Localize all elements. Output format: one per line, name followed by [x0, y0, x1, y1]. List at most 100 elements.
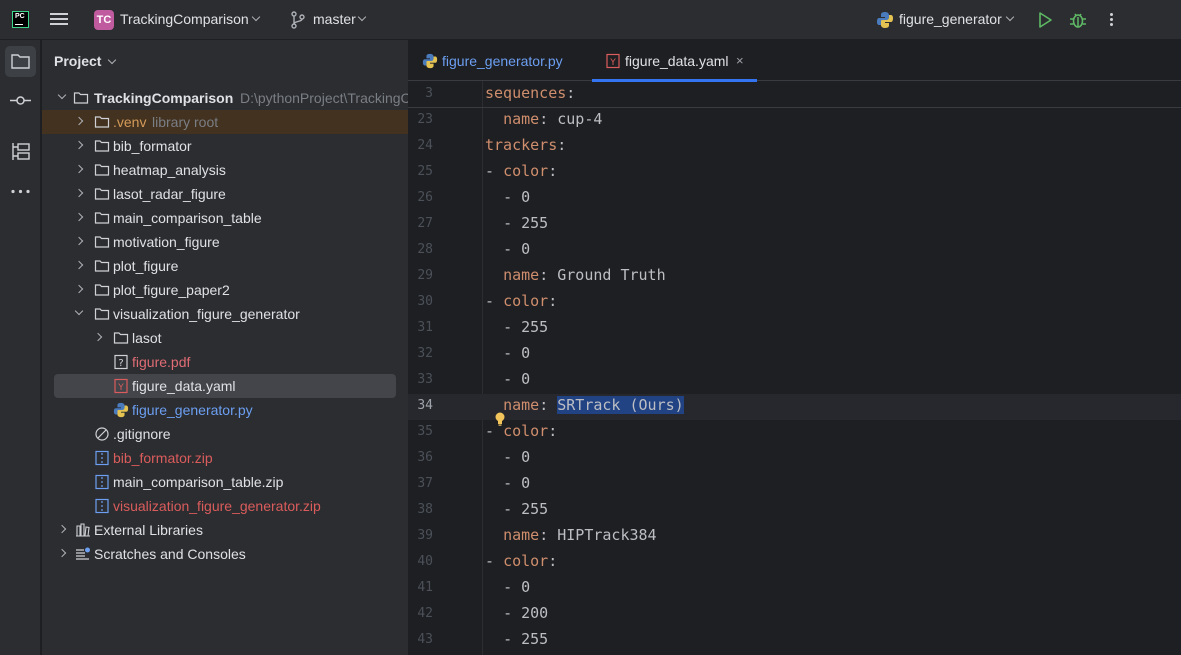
code-line[interactable]: 25 - color:: [408, 160, 1181, 186]
line-number: 3: [425, 86, 433, 101]
code-line[interactable]: 27 - 255: [408, 212, 1181, 238]
code-line[interactable]: 35- color:: [408, 420, 1181, 446]
tree-label: visualization_figure_generator.zip: [113, 498, 321, 514]
tree-item[interactable]: heatmap_analysis: [42, 158, 408, 182]
chevron-right-icon[interactable]: [74, 188, 84, 198]
lightbulb-icon[interactable]: [494, 412, 506, 426]
code-text: - 0: [503, 344, 531, 362]
tree-item[interactable]: plot_figure: [42, 254, 408, 278]
line-number: 27: [417, 216, 433, 231]
tree-item[interactable]: motivation_figure: [42, 230, 408, 254]
tree-root[interactable]: TrackingComparison D:\pythonProject\Trac…: [42, 86, 408, 110]
tree-item[interactable]: .venv library root: [42, 110, 408, 134]
code-text: - 200: [503, 604, 549, 622]
chevron-down-icon[interactable]: [1005, 12, 1015, 22]
chevron-right-icon[interactable]: [57, 548, 67, 558]
code-line[interactable]: 29 name: Ground Truth: [408, 264, 1181, 290]
tab-figure-data-yaml[interactable]: Y figure_data.yaml ×: [592, 40, 757, 82]
tree-item[interactable]: main_comparison_table: [42, 206, 408, 230]
line-number: 40: [417, 554, 433, 569]
tree-item[interactable]: visualization_figure_generator.zip: [42, 494, 408, 518]
chevron-right-icon[interactable]: [74, 212, 84, 222]
branch-selector[interactable]: master: [313, 11, 356, 27]
panel-title[interactable]: Project: [54, 53, 101, 69]
project-tool-button[interactable]: [5, 46, 36, 77]
chevron-right-icon[interactable]: [74, 116, 84, 126]
folder-icon: [94, 140, 110, 152]
code-line[interactable]: 40 - color:: [408, 550, 1181, 576]
chevron-down-icon[interactable]: [107, 55, 117, 65]
code-line[interactable]: 33 - 0: [408, 368, 1181, 394]
tree-item[interactable]: Scratches and Consoles: [42, 542, 408, 566]
code-line[interactable]: 24 trackers:: [408, 134, 1181, 160]
code-text: - 255: [503, 318, 549, 336]
code-text: name: HIPTrack384: [503, 526, 657, 544]
chevron-right-icon[interactable]: [74, 284, 84, 294]
code-line[interactable]: 34 name: SRTrack (Ours): [408, 394, 1181, 420]
commit-tool-button[interactable]: [5, 85, 36, 116]
tree-item[interactable]: .gitignore: [42, 422, 408, 446]
tab-label: figure_generator.py: [442, 53, 563, 69]
chevron-down-icon[interactable]: [74, 306, 84, 316]
code-line[interactable]: 39 name: HIPTrack384: [408, 524, 1181, 550]
pycharm-logo-icon[interactable]: PC: [12, 11, 29, 28]
run-icon[interactable]: [1037, 11, 1053, 29]
code-line[interactable]: 37 - 0: [408, 472, 1181, 498]
chevron-right-icon[interactable]: [74, 236, 84, 246]
tree-item[interactable]: plot_figure_paper2: [42, 278, 408, 302]
tree-item[interactable]: bib_formator: [42, 134, 408, 158]
tree-item[interactable]: lasot: [42, 326, 408, 350]
code-line[interactable]: 30 - color:: [408, 290, 1181, 316]
svg-text:Y: Y: [609, 58, 616, 68]
project-name[interactable]: TrackingComparison: [120, 11, 249, 27]
code-line[interactable]: 3 sequences:: [408, 82, 1181, 108]
line-number: 31: [417, 320, 433, 335]
debug-icon[interactable]: [1069, 10, 1087, 30]
title-bar: PC TC TrackingComparison master figure_g…: [0, 0, 1181, 40]
tab-figure-generator-py[interactable]: figure_generator.py: [408, 40, 584, 81]
tree-label: heatmap_analysis: [113, 162, 226, 178]
chevron-down-icon[interactable]: [251, 12, 261, 22]
code-line[interactable]: 42 - 200: [408, 602, 1181, 628]
git-branch-icon[interactable]: [290, 11, 306, 29]
code-line[interactable]: 28 - 0: [408, 238, 1181, 264]
tree-item[interactable]: lasot_radar_figure: [42, 182, 408, 206]
run-configuration-selector[interactable]: figure_generator: [899, 11, 1002, 27]
more-tools-button[interactable]: [5, 176, 36, 207]
code-line[interactable]: 41 - 0: [408, 576, 1181, 602]
code-line[interactable]: 23 name: cup-4: [408, 108, 1181, 134]
line-number: 33: [417, 372, 433, 387]
chevron-right-icon[interactable]: [74, 260, 84, 270]
chevron-right-icon[interactable]: [93, 332, 103, 342]
line-number: 34: [417, 398, 433, 413]
project-badge[interactable]: TC: [94, 10, 114, 30]
code-line[interactable]: 43 - 255: [408, 628, 1181, 654]
main-menu-button[interactable]: [50, 11, 68, 29]
chevron-down-icon[interactable]: [57, 90, 67, 100]
tree-label: figure.pdf: [132, 354, 191, 370]
line-number: 39: [417, 528, 433, 543]
close-icon[interactable]: ×: [736, 53, 744, 68]
tree-item[interactable]: External Libraries: [42, 518, 408, 542]
tree-item[interactable]: bib_formator.zip: [42, 446, 408, 470]
tree-item[interactable]: figure_generator.py: [42, 398, 408, 422]
code-line[interactable]: 32 - 0: [408, 342, 1181, 368]
chevron-down-icon[interactable]: [357, 12, 367, 22]
more-actions-icon[interactable]: [1105, 11, 1117, 29]
tree-item[interactable]: ? figure.pdf: [42, 350, 408, 374]
code-line[interactable]: 26 - 0: [408, 186, 1181, 212]
line-number: 29: [417, 268, 433, 283]
code-text: name: SRTrack (Ours): [503, 396, 684, 414]
chevron-right-icon[interactable]: [74, 140, 84, 150]
structure-tool-button[interactable]: [5, 136, 36, 167]
code-line[interactable]: 36 - 0: [408, 446, 1181, 472]
code-line[interactable]: 38 - 255: [408, 498, 1181, 524]
chevron-right-icon[interactable]: [57, 524, 67, 534]
tree-label: External Libraries: [94, 522, 203, 538]
tree-item-selected[interactable]: Y figure_data.yaml: [54, 374, 396, 398]
code-line[interactable]: 31 - 255: [408, 316, 1181, 342]
archive-icon: [95, 498, 109, 514]
tree-item[interactable]: main_comparison_table.zip: [42, 470, 408, 494]
tree-item[interactable]: visualization_figure_generator: [42, 302, 408, 326]
chevron-right-icon[interactable]: [74, 164, 84, 174]
